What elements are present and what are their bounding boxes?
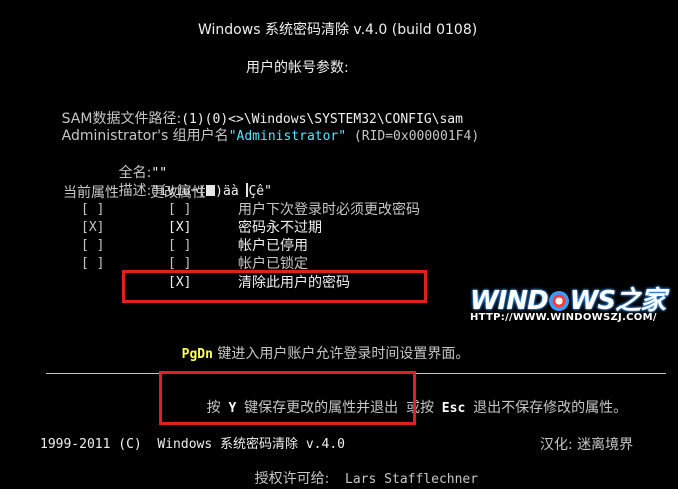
attr-change-checkbox-0[interactable]: [ ] [168,202,191,218]
license-label: 授权许可给: [254,471,330,487]
description-label: 描述: [118,183,152,199]
attr-label-password-never-expires: 密码永不过期 [238,220,322,236]
copyright-line: 1999-2011 (C) Windows 系统密码清除 v.4.0 [40,437,345,452]
key-esc[interactable]: Esc [442,401,465,416]
admin-rid: (RID=0x000001F4) [346,129,480,144]
admin-group-line: Administrator's 组用户名"Administrator" (RID… [46,112,480,145]
pgdn-line: PgDn 键进入用户账户允许登录时间设置界面。 [166,330,470,363]
description-value-c: Çê" [248,184,272,199]
windows-logo-icon [548,291,569,311]
watermark-url: HTTP://WWW.WINDOWSZJ.COM/ [470,312,657,323]
column-current-header: 当前属性 [63,185,119,201]
license-name: Lars Stafflechner [345,472,479,487]
attr-current-1: [X] [81,220,105,235]
column-change-header: 更改属性 [150,185,206,201]
pgdn-key[interactable]: PgDn [182,347,213,362]
block-glyph [206,185,216,196]
attr-label-account-disabled: 帐户已停用 [238,238,308,254]
attr-current-0: [ ] [81,202,105,217]
attr-change-checkbox-2[interactable]: [ ] [168,238,191,254]
attr-current-3: [ ] [81,256,105,271]
localized-by: 汉化: 迷离境界 [540,437,634,453]
app-title: Windows 系统密码清除 v.4.0 (build 0108) [198,22,478,38]
admin-group-label: Administrator's 组用户名 [61,128,229,144]
highlight-box-clear-password [122,270,427,303]
watermark-logo: WIND WS之家 HTTP://WWW.WINDOWSZJ.COM/ [470,280,670,330]
attr-label-must-change-password: 用户下次登录时必须更改密码 [238,202,420,218]
license-line: 授权许可给: Lars Stafflechner [239,455,478,488]
admin-username: "Administrator" [228,129,347,144]
quit-text: 退出不保存修改的属性。 [473,400,628,416]
attr-current-2: [ ] [81,238,105,253]
description-value-b: )äà [215,184,247,199]
highlight-box-save-exit [159,371,416,425]
section-subtitle: 用户的帐号参数: [246,60,349,76]
pgdn-text: 键进入用户账户允许登录时间设置界面。 [212,346,470,362]
attr-change-checkbox-1[interactable]: [X] [168,220,191,236]
